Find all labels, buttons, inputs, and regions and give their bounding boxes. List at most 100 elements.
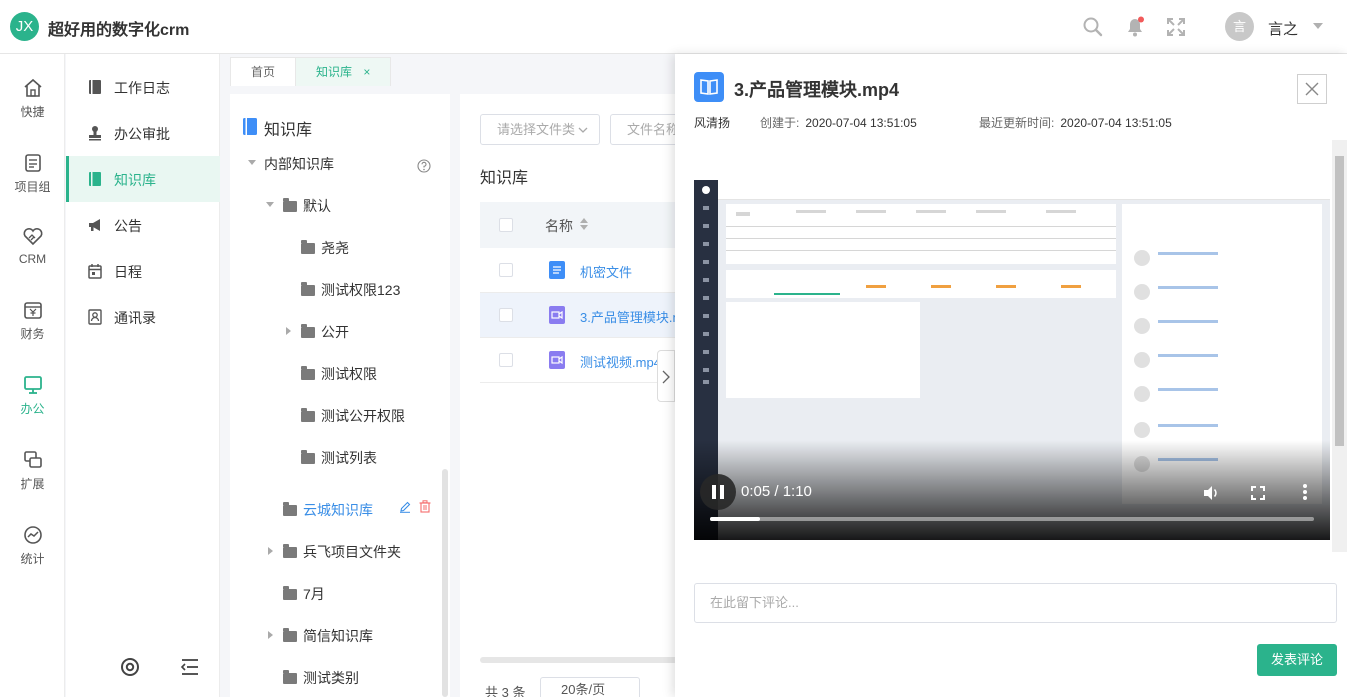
tree-node-label: 测试公开权限 bbox=[321, 408, 405, 424]
help-icon[interactable] bbox=[417, 159, 431, 173]
submenu-item-worklog[interactable]: 工作日志 bbox=[66, 64, 220, 110]
rail-label: 项目组 bbox=[14, 180, 51, 194]
bell-icon[interactable] bbox=[1124, 16, 1146, 38]
tree-node-label: 简信知识库 bbox=[303, 628, 373, 644]
collapse-menu-icon[interactable] bbox=[179, 657, 201, 677]
tree-node[interactable]: 7月 bbox=[283, 584, 325, 604]
delete-icon[interactable] bbox=[419, 500, 431, 513]
tree-node[interactable]: 测试权限123 bbox=[301, 280, 400, 300]
pause-icon bbox=[712, 485, 724, 499]
drawer-scrollbar-thumb[interactable] bbox=[1335, 156, 1344, 446]
tree-node[interactable]: 测试公开权限 bbox=[301, 406, 405, 426]
tree-node-default[interactable]: 默认 bbox=[266, 196, 331, 216]
search-icon[interactable] bbox=[1082, 16, 1104, 38]
video-frame-chart-card bbox=[726, 302, 920, 398]
edit-icon[interactable] bbox=[399, 501, 411, 513]
folder-icon bbox=[301, 366, 315, 380]
file-name[interactable]: 3.产品管理模块.mp4 bbox=[580, 307, 675, 326]
video-time: 0:05 / 1:10 bbox=[741, 483, 812, 500]
tab-home[interactable]: 首页 bbox=[230, 57, 297, 86]
tree-node[interactable]: 尧尧 bbox=[301, 238, 349, 258]
rail-label: 快捷 bbox=[20, 105, 45, 119]
comment-input[interactable]: 在此留下评论... bbox=[694, 583, 1337, 623]
video-progress-track[interactable] bbox=[710, 517, 1314, 521]
tab-knowledge[interactable]: 知识库 × bbox=[295, 57, 392, 86]
tree-node[interactable]: 公开 bbox=[286, 322, 349, 342]
chevron-right-icon[interactable] bbox=[268, 631, 273, 639]
user-name[interactable]: 言之 bbox=[1268, 18, 1298, 39]
rail-item-finance[interactable]: 财务 bbox=[0, 300, 65, 360]
chevron-down-icon[interactable] bbox=[266, 202, 274, 207]
select-all-checkbox[interactable] bbox=[499, 218, 513, 232]
tree-node[interactable]: 测试类别 bbox=[283, 668, 359, 688]
tree-node-active[interactable]: 云城知识库 bbox=[283, 500, 373, 520]
book-icon bbox=[694, 72, 724, 102]
submenu-item-knowledge[interactable]: 知识库 bbox=[66, 156, 220, 202]
tree-scrollbar[interactable] bbox=[442, 469, 448, 697]
submenu-label: 工作日志 bbox=[114, 80, 170, 96]
volume-icon[interactable] bbox=[1202, 484, 1220, 502]
submenu-label: 知识库 bbox=[114, 172, 156, 188]
chevron-down-icon[interactable] bbox=[248, 160, 256, 165]
rail-item-crm[interactable]: CRM bbox=[0, 227, 65, 287]
rail-label: 办公 bbox=[20, 402, 45, 416]
monitor-icon bbox=[23, 376, 42, 394]
file-author: 风清扬 bbox=[694, 116, 731, 130]
submenu-item-notice[interactable]: 公告 bbox=[66, 202, 220, 248]
folder-icon bbox=[301, 240, 315, 254]
table-row[interactable]: 测试视频.mp4 bbox=[480, 338, 675, 383]
tree-node[interactable]: 兵飞项目文件夹 bbox=[268, 542, 401, 562]
document-icon bbox=[549, 261, 565, 279]
rail-item-extend[interactable]: 扩展 bbox=[0, 450, 65, 510]
chevron-right-icon[interactable] bbox=[268, 547, 273, 555]
submit-comment-button[interactable]: 发表评论 bbox=[1257, 644, 1337, 676]
settings-icon[interactable] bbox=[119, 656, 141, 678]
rail-item-office[interactable]: 办公 bbox=[0, 375, 65, 435]
rail-item-project[interactable]: 项目组 bbox=[0, 153, 65, 213]
close-button[interactable] bbox=[1297, 74, 1327, 104]
table-row[interactable]: 机密文件 bbox=[480, 248, 675, 293]
video-frame-summary-card bbox=[726, 204, 1116, 264]
more-options-icon[interactable] bbox=[1300, 482, 1310, 502]
tree-node-label: 测试类别 bbox=[303, 670, 359, 686]
chevron-right-icon[interactable] bbox=[286, 327, 291, 335]
list-horizontal-scrollbar[interactable] bbox=[480, 657, 675, 663]
file-name[interactable]: 机密文件 bbox=[580, 262, 632, 281]
video-player[interactable]: 0:05 / 1:10 bbox=[694, 180, 1330, 540]
submenu-item-approval[interactable]: 办公审批 bbox=[66, 110, 220, 156]
pause-button[interactable] bbox=[700, 474, 736, 510]
drawer-collapse-handle[interactable] bbox=[657, 350, 675, 402]
page-size-select[interactable]: 20条/页 bbox=[540, 677, 640, 697]
submenu-item-schedule[interactable]: 日程 bbox=[66, 248, 220, 294]
tree-node-internal[interactable]: 内部知识库 bbox=[248, 154, 334, 174]
row-checkbox[interactable] bbox=[499, 308, 513, 322]
row-checkbox[interactable] bbox=[499, 353, 513, 367]
input-placeholder: 文件名称 bbox=[627, 122, 675, 137]
row-checkbox[interactable] bbox=[499, 263, 513, 277]
submenu-item-contacts[interactable]: 通讯录 bbox=[66, 294, 220, 340]
column-header-name[interactable]: 名称 bbox=[545, 216, 573, 236]
avatar[interactable]: 言 bbox=[1225, 12, 1254, 41]
tree-node[interactable]: 测试权限 bbox=[301, 364, 377, 384]
app-logo[interactable]: JX bbox=[10, 12, 39, 41]
video-frame-nav-icons bbox=[702, 186, 710, 384]
extend-icon bbox=[23, 451, 42, 468]
tree-node-label: 测试列表 bbox=[321, 450, 377, 466]
created-label: 创建于: bbox=[760, 116, 800, 130]
fullscreen-icon[interactable] bbox=[1250, 485, 1266, 501]
book-icon bbox=[89, 172, 101, 186]
tree-node-label: 7月 bbox=[303, 586, 325, 602]
fullscreen-icon[interactable] bbox=[1165, 16, 1187, 38]
close-icon[interactable]: × bbox=[363, 65, 370, 79]
tree-node[interactable]: 简信知识库 bbox=[268, 626, 373, 646]
file-name[interactable]: 测试视频.mp4 bbox=[580, 352, 661, 371]
rail-item-shortcut[interactable]: 快捷 bbox=[0, 78, 65, 138]
tree-node[interactable]: 测试列表 bbox=[301, 448, 377, 468]
rail-item-stats[interactable]: 统计 bbox=[0, 525, 65, 585]
submenu-label: 通讯录 bbox=[114, 310, 156, 326]
chevron-down-icon[interactable] bbox=[1313, 23, 1323, 29]
file-name-input[interactable]: 文件名称 bbox=[610, 114, 675, 145]
folder-icon bbox=[301, 282, 315, 296]
table-row[interactable]: 3.产品管理模块.mp4 bbox=[480, 293, 675, 338]
sort-icon[interactable] bbox=[579, 217, 589, 231]
